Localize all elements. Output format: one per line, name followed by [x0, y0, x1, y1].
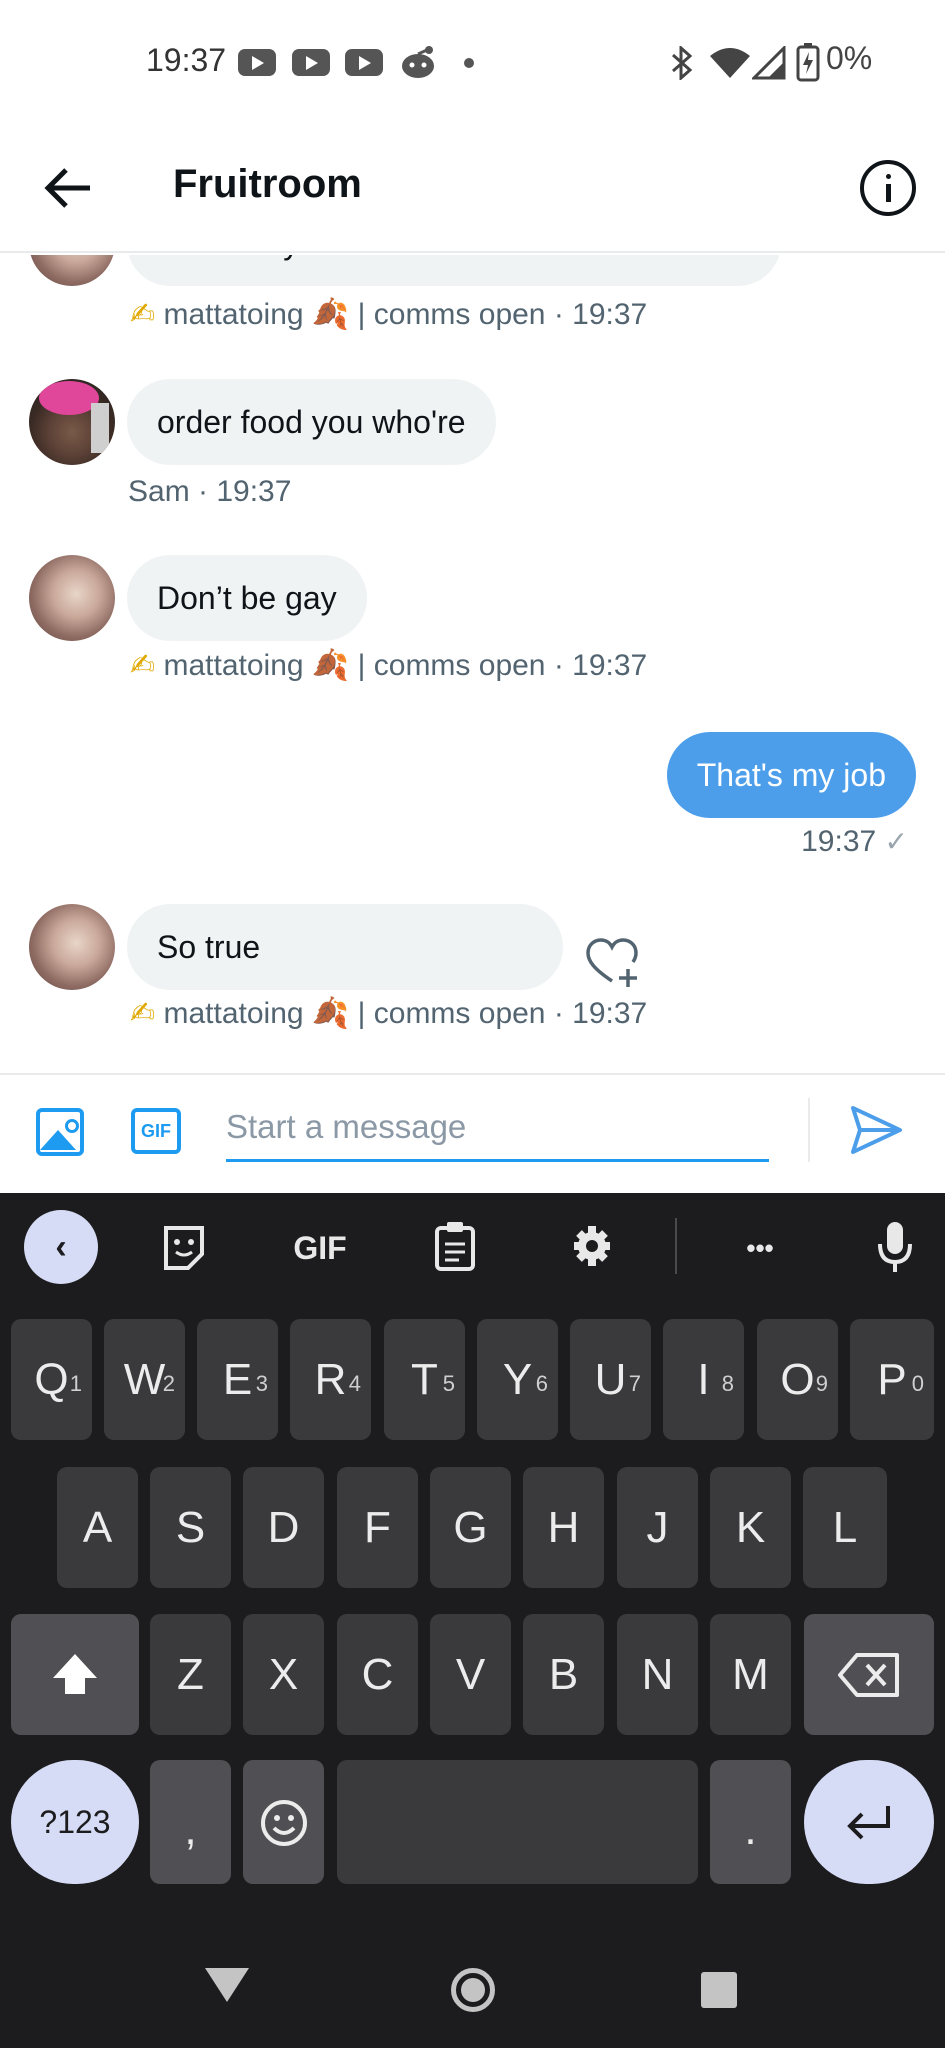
sent-check-icon: ✓ — [884, 826, 908, 857]
youtube-icon — [345, 49, 383, 76]
send-icon[interactable] — [848, 1102, 904, 1158]
image-icon[interactable] — [36, 1108, 84, 1156]
divider — [808, 1098, 810, 1162]
chevron-left-icon[interactable]: ‹ — [24, 1210, 98, 1284]
message-bubble[interactable]: Don’t be gay — [127, 555, 367, 641]
key-v[interactable]: V — [430, 1614, 511, 1735]
comma-key[interactable]: , — [150, 1760, 231, 1884]
period-key[interactable]: . — [710, 1760, 791, 1884]
space-key[interactable] — [337, 1760, 698, 1884]
shift-key[interactable] — [11, 1614, 139, 1735]
message-bubble[interactable]: So true — [127, 904, 563, 990]
enter-key[interactable] — [804, 1760, 934, 1884]
heart-plus-icon[interactable] — [586, 937, 642, 989]
key-s[interactable]: S — [150, 1467, 231, 1588]
message-meta: ✍ mattatoing 🍂 | comms open · 19:37 — [130, 298, 648, 331]
message-bubble[interactable]: order food you who're — [127, 379, 496, 465]
key-m[interactable]: M — [710, 1614, 791, 1735]
key-b[interactable]: B — [523, 1614, 604, 1735]
conversation-header — [0, 125, 945, 253]
shift-icon — [53, 1654, 97, 1694]
message-input[interactable] — [226, 1094, 769, 1162]
key-a[interactable]: A — [57, 1467, 138, 1588]
message-meta: 19:37 ✓ — [801, 825, 908, 858]
emoji-icon — [261, 1800, 307, 1846]
reddit-icon — [402, 46, 434, 78]
nav-back-icon[interactable] — [205, 1968, 249, 2002]
signal-icon — [752, 46, 786, 80]
settings-icon[interactable] — [570, 1222, 614, 1270]
key-x[interactable]: X — [243, 1614, 324, 1735]
key-i[interactable]: 8I — [663, 1319, 744, 1440]
youtube-icon — [238, 49, 276, 76]
nav-home-icon[interactable] — [451, 1968, 495, 2012]
key-t[interactable]: 5T — [384, 1319, 465, 1440]
key-c[interactable]: C — [337, 1614, 418, 1735]
conversation-title: Fruitroom — [173, 162, 362, 206]
more-icon[interactable]: ••• — [730, 1222, 790, 1274]
avatar[interactable] — [29, 555, 115, 641]
dot-icon — [464, 58, 474, 68]
wifi-icon — [710, 48, 750, 78]
avatar[interactable] — [29, 379, 115, 465]
sticker-icon[interactable] — [162, 1224, 206, 1270]
gif-icon[interactable]: GIF — [287, 1222, 353, 1274]
key-r[interactable]: 4R — [290, 1319, 371, 1440]
key-g[interactable]: G — [430, 1467, 511, 1588]
youtube-icon — [292, 49, 330, 76]
key-d[interactable]: D — [243, 1467, 324, 1588]
back-arrow-icon[interactable] — [40, 160, 96, 216]
message-meta: Sam · 19:37 — [128, 475, 292, 508]
divider — [675, 1218, 677, 1274]
key-w[interactable]: 2W — [104, 1319, 185, 1440]
key-e[interactable]: 3E — [197, 1319, 278, 1440]
emoji-key[interactable] — [243, 1760, 324, 1884]
key-f[interactable]: F — [337, 1467, 418, 1588]
backspace-key[interactable] — [804, 1614, 934, 1735]
battery-icon — [796, 43, 820, 82]
mic-icon[interactable] — [876, 1220, 914, 1274]
nav-recents-icon[interactable] — [701, 1972, 737, 2008]
symbols-key[interactable]: ?123 — [11, 1760, 139, 1884]
avatar[interactable] — [29, 904, 115, 990]
key-z[interactable]: Z — [150, 1614, 231, 1735]
key-h[interactable]: H — [523, 1467, 604, 1588]
avatar[interactable] — [29, 255, 115, 286]
key-l[interactable]: L — [803, 1467, 887, 1588]
key-u[interactable]: 7U — [570, 1319, 651, 1440]
clipboard-icon[interactable] — [434, 1220, 476, 1272]
info-icon[interactable] — [860, 160, 916, 216]
message-list[interactable]: Takeaway wouldn't be warm either lol ✍ m… — [0, 255, 945, 1073]
backspace-icon — [838, 1653, 899, 1697]
message-bubble[interactable]: Takeaway wouldn't be warm either lol — [127, 255, 781, 286]
gif-button[interactable]: GIF — [131, 1108, 181, 1154]
message-bubble-outgoing[interactable]: That's my job — [666, 732, 916, 818]
enter-icon — [847, 1806, 890, 1840]
key-o[interactable]: 9O — [757, 1319, 838, 1440]
key-p[interactable]: 0P — [850, 1319, 934, 1440]
key-q[interactable]: 1Q — [11, 1319, 92, 1440]
key-j[interactable]: J — [617, 1467, 698, 1588]
key-y[interactable]: 6Y — [477, 1319, 558, 1440]
key-n[interactable]: N — [617, 1614, 698, 1735]
battery-percent: 0% — [826, 40, 873, 76]
status-time: 19:37 — [146, 42, 227, 78]
bluetooth-icon — [672, 46, 693, 80]
key-k[interactable]: K — [710, 1467, 791, 1588]
message-meta: ✍ mattatoing 🍂 | comms open · 19:37 — [130, 997, 648, 1030]
message-meta: ✍ mattatoing 🍂 | comms open · 19:37 — [130, 649, 648, 682]
